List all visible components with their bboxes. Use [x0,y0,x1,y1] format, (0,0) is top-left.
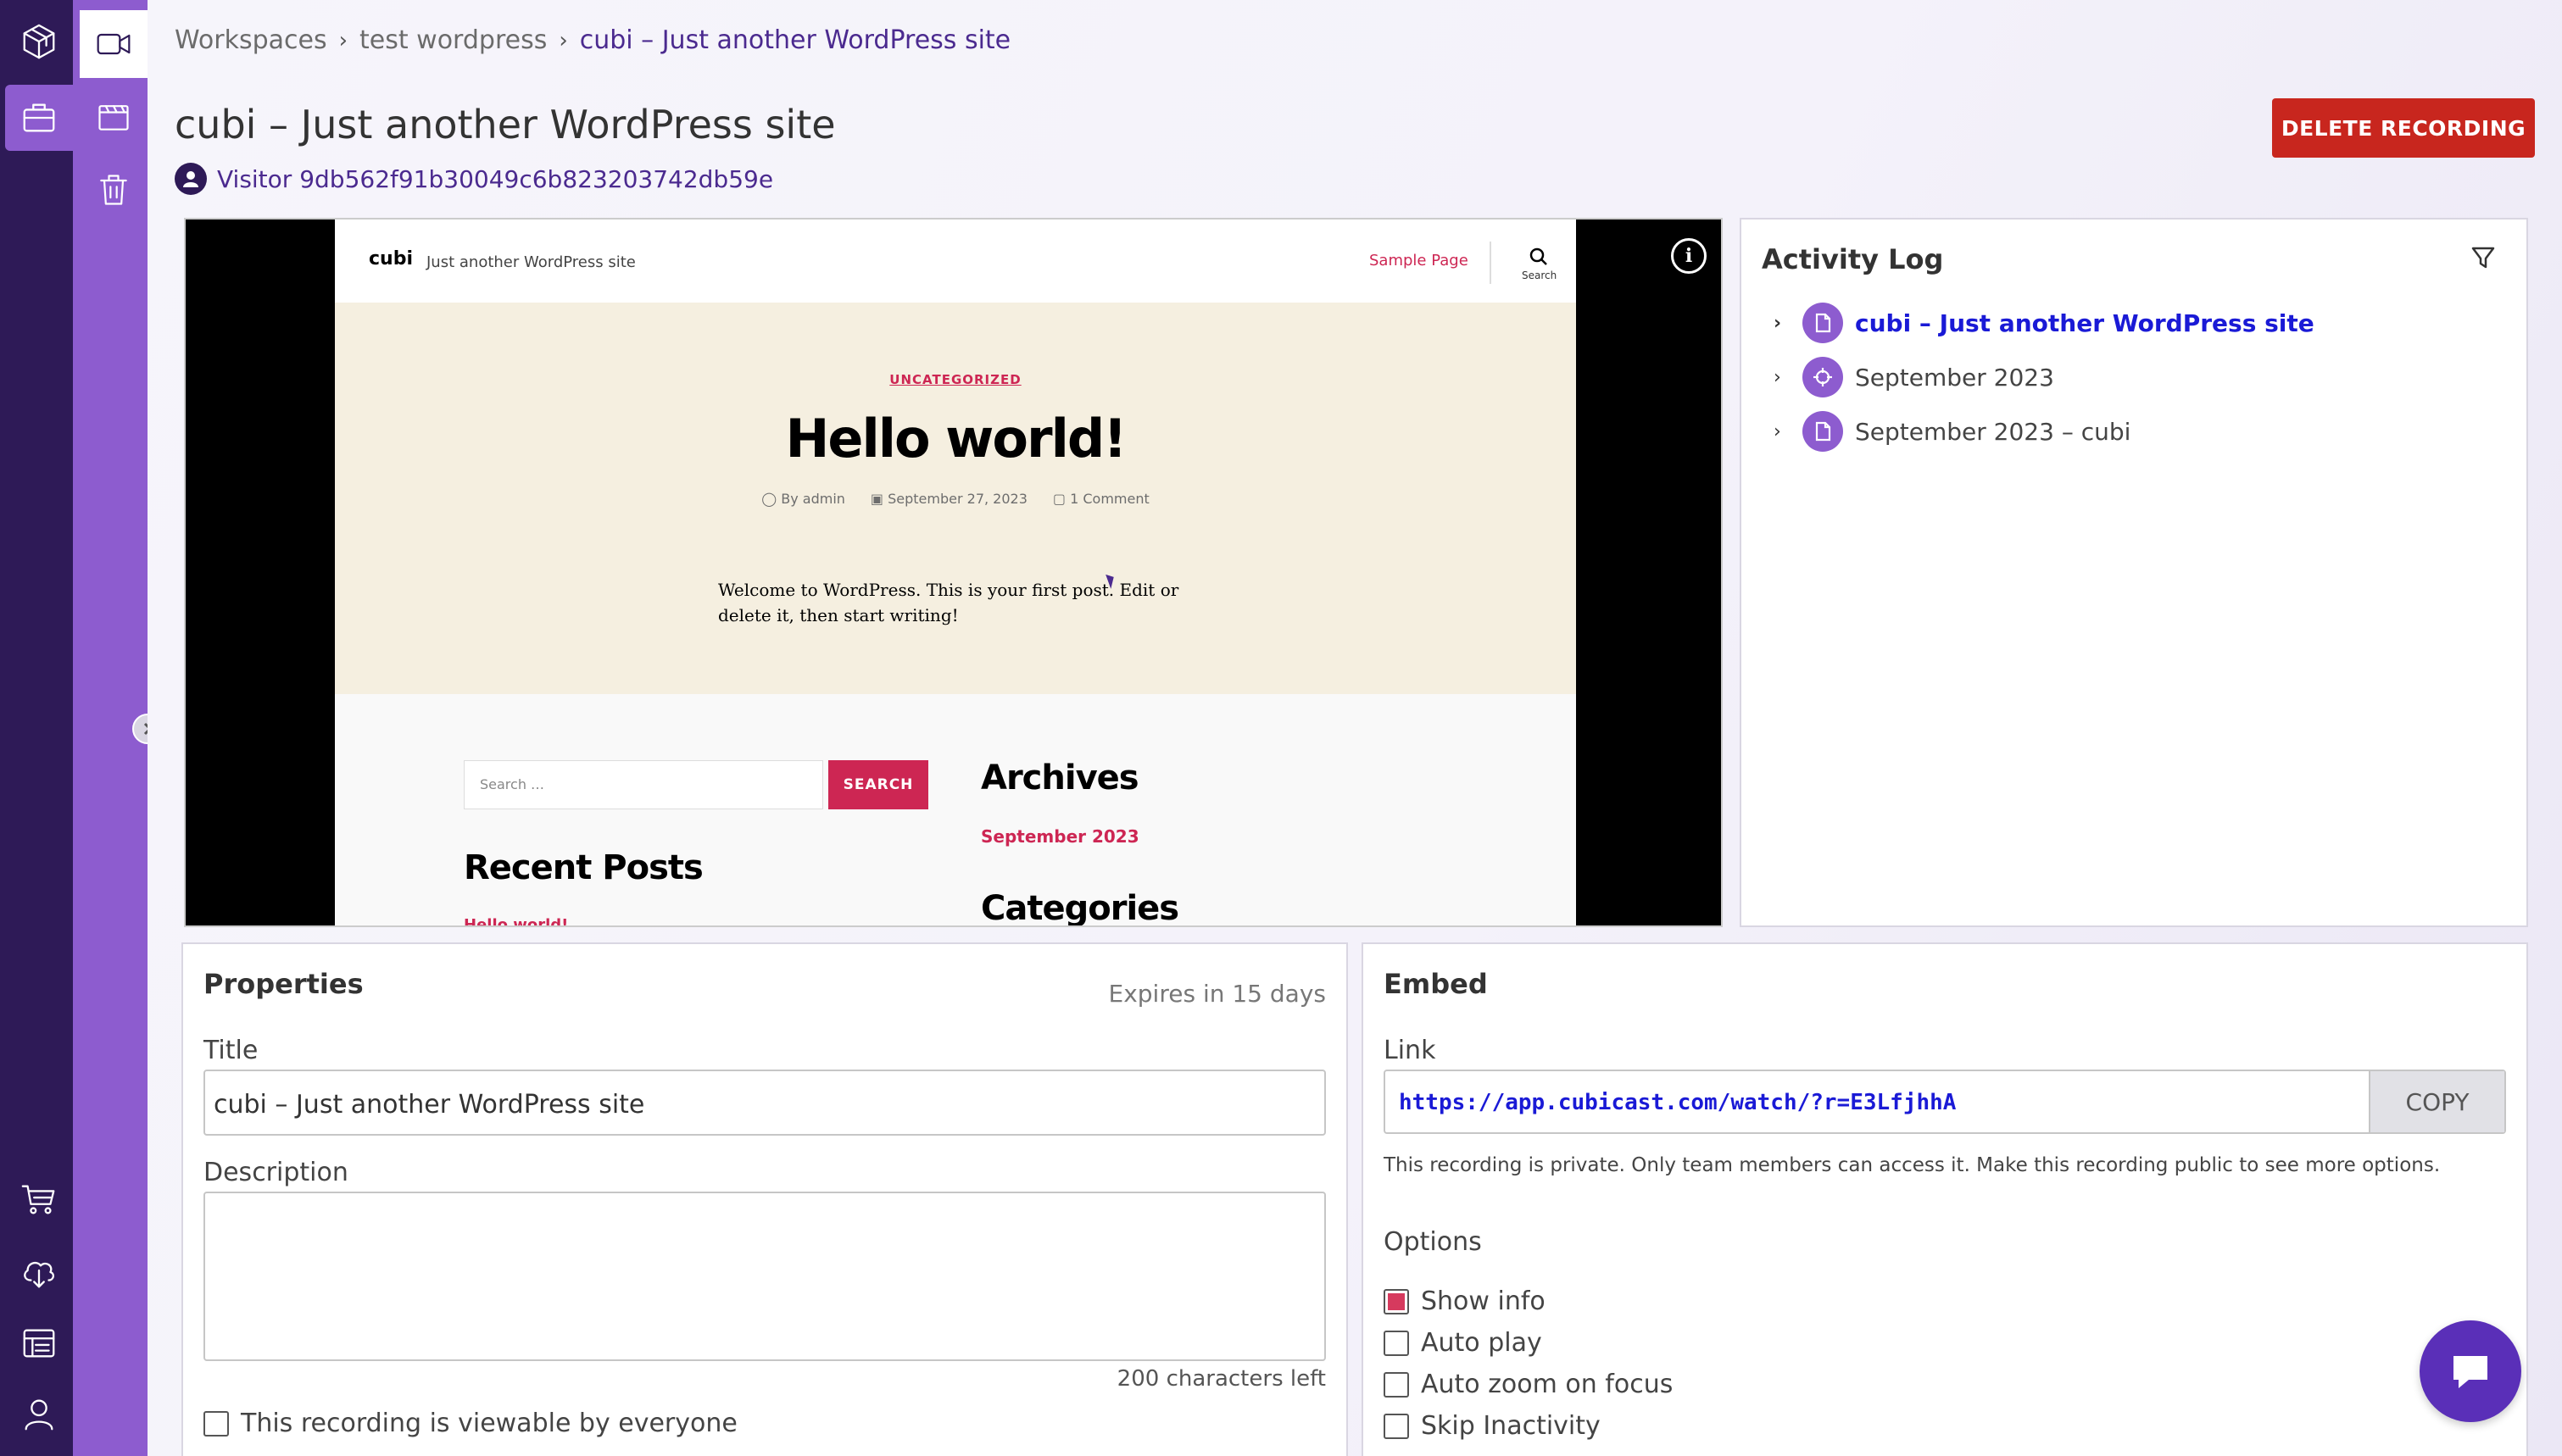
reports-icon[interactable] [5,1310,73,1376]
option-label: Show info [1421,1287,1546,1316]
chevron-right-icon[interactable]: › [1774,367,1791,388]
expires-text: Expires in 15 days [1108,980,1326,1008]
user-icon[interactable] [5,1381,73,1448]
trash-icon[interactable] [80,156,148,224]
wp-search-toggle: Search [1522,247,1557,281]
wp-post-content: Welcome to WordPress. This is your first… [718,580,1179,625]
description-textarea[interactable] [203,1192,1326,1361]
wp-post-title: Hello world! [785,408,1128,470]
public-checkbox-label: This recording is viewable by everyone [241,1409,738,1438]
breadcrumb-workspace[interactable]: test wordpress [359,25,547,55]
wp-meta-date: ▣ September 27, 2023 [870,491,1028,507]
privacy-note: This recording is private. Only team mem… [1384,1154,2441,1176]
delete-recording-button[interactable]: DELETE RECORDING [2272,98,2535,158]
wp-meta-author: ◯ By admin [761,491,845,507]
wp-category: UNCATEGORIZED [889,372,1022,387]
breadcrumb: Workspaces › test wordpress › cubi – Jus… [175,25,1011,55]
public-checkbox-row[interactable]: This recording is viewable by everyone [203,1409,738,1438]
wp-post-meta: ◯ By admin ▣ September 27, 2023 ▢ 1 Comm… [335,491,1576,507]
recording-player[interactable]: cubi Just another WordPress site Sample … [184,218,1723,927]
activity-log-label: September 2023 [1855,363,2054,392]
wp-nav-sample-page: Sample Page [1369,252,1468,270]
page-title: cubi – Just another WordPress site [175,102,836,147]
option-label: Auto play [1421,1328,1542,1358]
crosshair-icon [1802,357,1843,397]
briefcase-icon[interactable] [5,85,73,151]
clapperboard-icon[interactable] [80,83,148,151]
public-checkbox[interactable] [203,1410,229,1437]
wp-archives-heading: Archives [981,759,1139,797]
embed-panel: Embed Link https://app.cubicast.com/watc… [1362,942,2528,1456]
wp-archive-link: September 2023 [981,826,1139,847]
page-icon [1802,303,1843,343]
activity-log-label: September 2023 – cubi [1855,417,2131,446]
cube-logo-icon[interactable] [5,8,73,75]
option-auto-play[interactable]: Auto play [1384,1328,1542,1358]
link-field[interactable]: https://app.cubicast.com/watch/?r=E3Lfjh… [1384,1070,2506,1134]
properties-panel: Properties Expires in 15 days Title cubi… [181,942,1348,1456]
wp-nav-divider [1490,242,1491,284]
person-icon [183,171,198,187]
option-auto-zoom[interactable]: Auto zoom on focus [1384,1370,1673,1399]
wp-search-label: Search [1522,270,1557,281]
activity-log-item[interactable]: › September 2023 [1774,357,2054,397]
link-label: Link [1384,1036,1436,1065]
wp-post-hero: UNCATEGORIZED Hello world! ◯ By admin ▣ … [335,303,1576,694]
breadcrumb-workspaces[interactable]: Workspaces [175,25,327,55]
breadcrumb-separator: › [338,27,348,53]
page-icon [1802,411,1843,452]
visitor-link[interactable]: Visitor 9db562f91b30049c6b823203742db59e [175,163,773,195]
cloud-download-icon[interactable] [5,1239,73,1305]
option-label: Auto zoom on focus [1421,1370,1674,1399]
title-label: Title [203,1036,259,1065]
wp-recent-post-link: Hello world! [464,916,569,927]
breadcrumb-current: cubi – Just another WordPress site [579,25,1011,55]
chars-left: 200 characters left [1117,1366,1326,1392]
option-skip-inactivity[interactable]: Skip Inactivity [1384,1411,1601,1441]
activity-log-panel: Activity Log › cubi – Just another WordP… [1740,218,2528,927]
wp-header: cubi Just another WordPress site Sample … [335,220,1576,303]
option-label: Skip Inactivity [1421,1411,1601,1441]
wp-recent-posts-heading: Recent Posts [464,848,704,887]
info-icon[interactable]: i [1671,238,1707,274]
wp-categories-heading: Categories [981,889,1179,927]
avatar [175,163,207,195]
chat-button[interactable] [2420,1320,2521,1422]
filter-icon[interactable] [2470,245,2496,270]
title-input[interactable]: cubi – Just another WordPress site [203,1070,1326,1136]
options-label: Options [1384,1227,1482,1257]
auto-play-checkbox[interactable] [1384,1330,1409,1356]
wp-meta-comments: ▢ 1 Comment [1052,491,1150,507]
activity-log-label: cubi – Just another WordPress site [1855,308,2314,337]
skip-inactivity-checkbox[interactable] [1384,1413,1409,1439]
primary-sidebar [0,0,73,1456]
breadcrumb-separator: › [559,27,568,53]
wp-search-button: SEARCH [828,760,928,809]
cart-icon[interactable] [5,1166,73,1232]
chat-bubble-icon [2453,1356,2487,1388]
recorded-webpage: cubi Just another WordPress site Sample … [335,220,1576,927]
activity-log-item[interactable]: › cubi – Just another WordPress site [1774,303,2314,343]
wp-site-tagline: Just another WordPress site [426,253,636,271]
show-info-checkbox[interactable] [1384,1288,1409,1314]
option-show-info[interactable]: Show info [1384,1287,1546,1316]
activity-log-item[interactable]: › September 2023 – cubi [1774,411,2130,452]
link-value[interactable]: https://app.cubicast.com/watch/?r=E3Lfjh… [1385,1071,2369,1132]
wp-site-logo: cubi [369,248,413,270]
auto-zoom-checkbox[interactable] [1384,1371,1409,1398]
visitor-id: Visitor 9db562f91b30049c6b823203742db59e [217,164,774,193]
wp-search-input: Search … [464,760,823,809]
copy-button[interactable]: COPY [2369,1071,2504,1132]
video-icon[interactable] [80,10,148,78]
chevron-right-icon[interactable]: › [1774,421,1791,442]
activity-log-title: Activity Log [1762,243,1944,275]
search-icon [1529,247,1547,265]
embed-title: Embed [1384,968,1488,1000]
chevron-right-icon[interactable]: › [1774,313,1791,334]
description-label: Description [203,1158,348,1187]
properties-title: Properties [203,968,364,1000]
